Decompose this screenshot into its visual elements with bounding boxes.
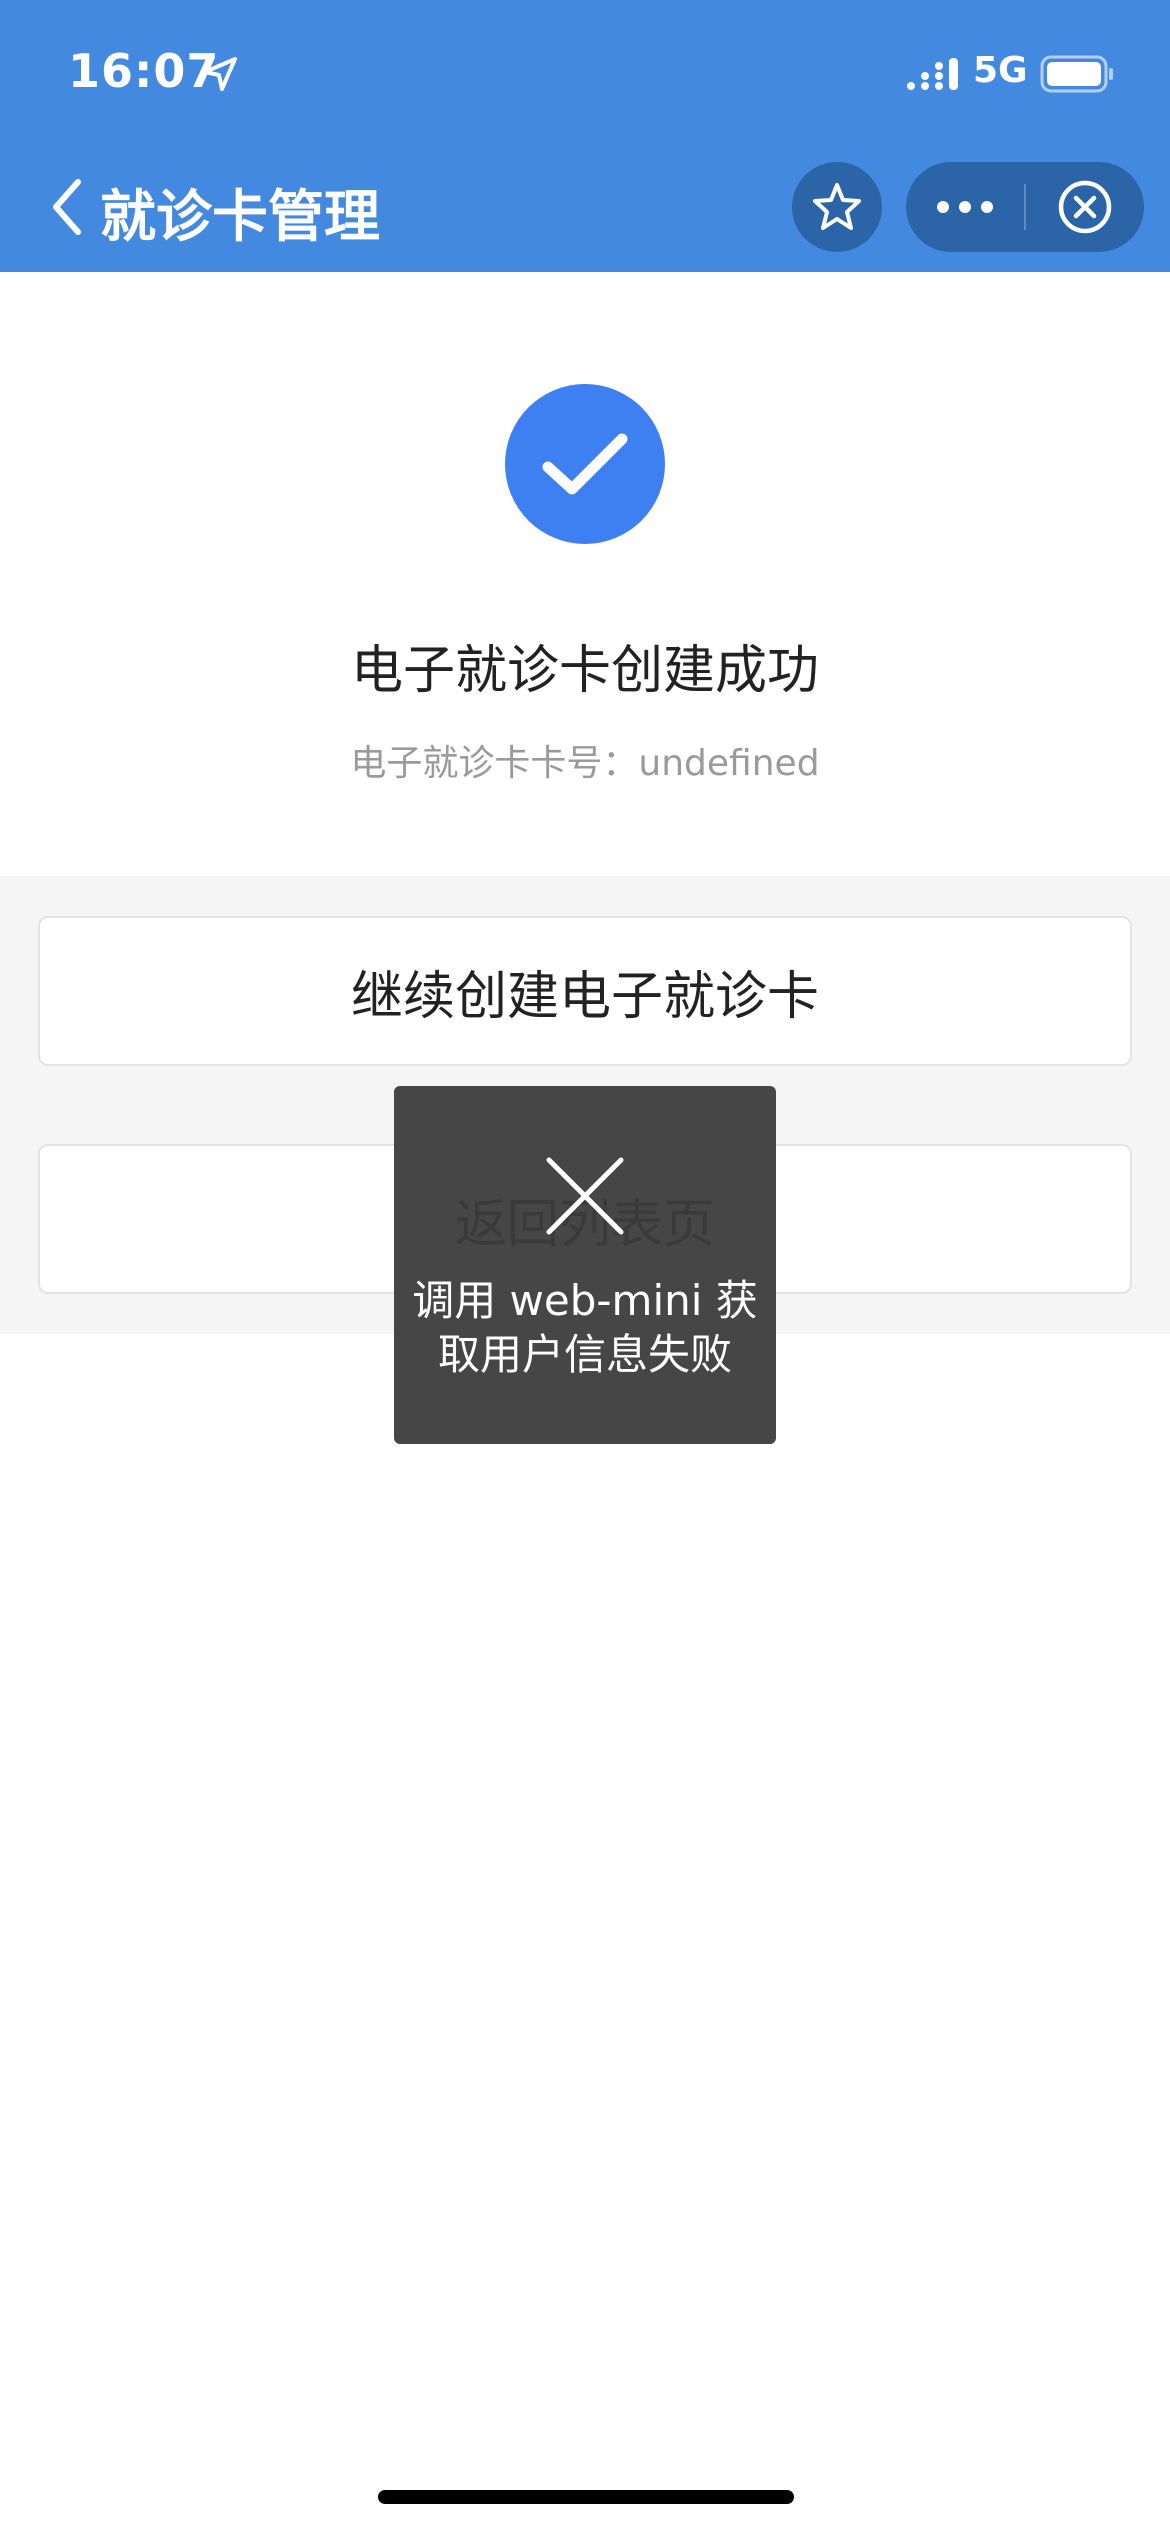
- success-check-badge: [505, 384, 665, 544]
- card-number-text: 电子就诊卡卡号：undefined: [350, 743, 820, 784]
- more-button[interactable]: [906, 162, 1024, 252]
- page-title: 就诊卡管理: [100, 185, 380, 250]
- screen: 16:07 5G 就诊卡管理 电子就诊卡创建成功 电子就诊卡卡号：undefin…: [0, 0, 1170, 2532]
- success-title: 电子就诊卡创建成功: [350, 641, 819, 701]
- status-time: 16:07: [68, 44, 220, 98]
- home-indicator[interactable]: [378, 2490, 794, 2504]
- more-dots-icon: [937, 201, 993, 213]
- close-circle-icon: [1058, 180, 1112, 234]
- close-mini-program-button[interactable]: [1026, 162, 1144, 252]
- toast-message: 调用 web-mini 获取用户信息失败: [412, 1276, 758, 1379]
- battery-icon: [1040, 55, 1113, 93]
- continue-create-button[interactable]: 继续创建电子就诊卡: [38, 916, 1132, 1066]
- checkmark-icon: [542, 433, 628, 495]
- network-label: 5G: [973, 50, 1028, 91]
- x-icon: [546, 1157, 624, 1235]
- error-toast: 调用 web-mini 获取用户信息失败: [394, 1086, 776, 1444]
- favorite-button[interactable]: [792, 162, 882, 252]
- mini-program-capsule: [906, 162, 1144, 252]
- header: 16:07 5G 就诊卡管理: [0, 0, 1170, 272]
- signal-bars-icon: [907, 58, 958, 90]
- star-icon: [813, 183, 861, 230]
- back-chevron-icon[interactable]: [46, 176, 90, 238]
- location-arrow-icon: [203, 57, 237, 91]
